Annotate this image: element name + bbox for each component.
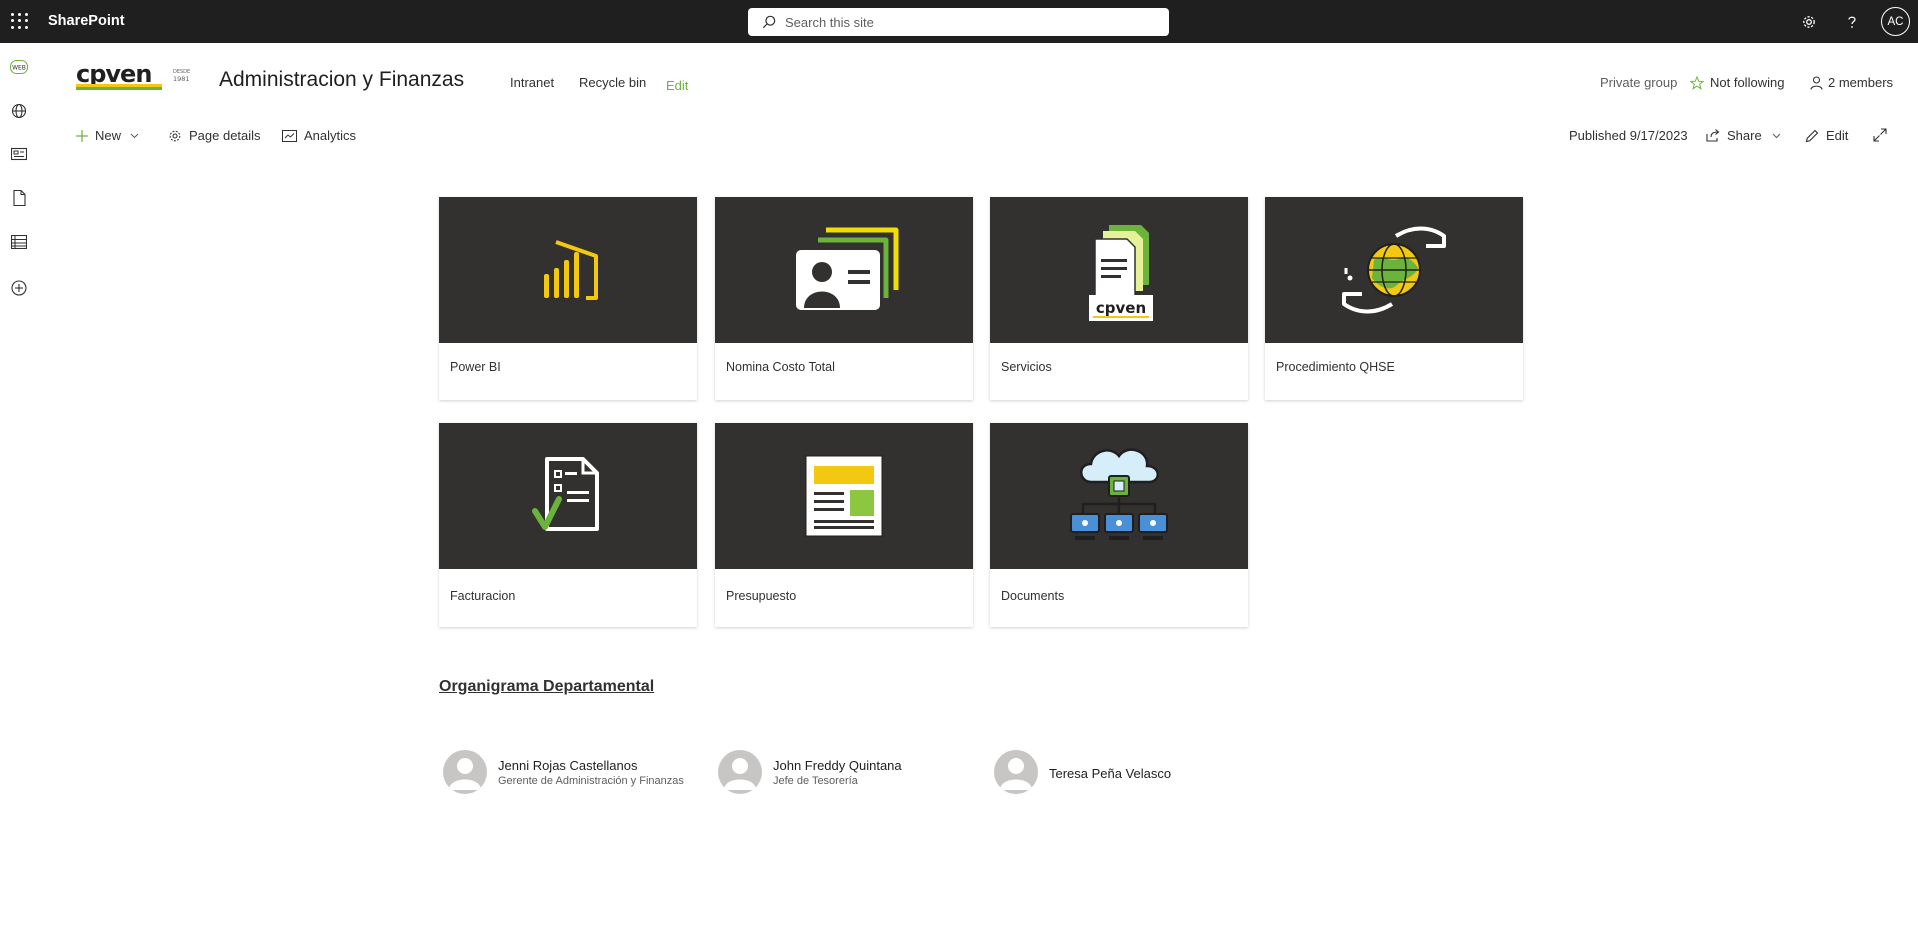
person-name: Teresa Peña Velasco: [1049, 766, 1172, 781]
gear-icon: [169, 130, 181, 141]
logo-subtext-bottom: 1981: [173, 75, 190, 83]
quick-link-tile[interactable]: cpven Servicios: [990, 197, 1248, 400]
published-date: Published 9/17/2023: [1569, 128, 1688, 143]
app-name[interactable]: SharePoint: [48, 13, 125, 29]
person-name: John Freddy Quintana: [773, 758, 902, 773]
expand-button[interactable]: [1873, 128, 1894, 142]
follow-label: Not following: [1710, 75, 1785, 90]
page-details-button[interactable]: Page details: [168, 128, 261, 143]
quick-link-tile[interactable]: Documents: [990, 423, 1248, 627]
pencil-icon: [1805, 129, 1819, 142]
new-label: New: [95, 128, 122, 143]
edit-label: Edit: [1826, 128, 1849, 143]
analytics-icon: [282, 129, 297, 142]
analytics-label: Analytics: [304, 128, 357, 143]
nav-edit-link[interactable]: Edit: [666, 78, 688, 93]
person-avatar: [443, 750, 487, 794]
search-icon: [762, 15, 776, 29]
globe-icon[interactable]: [9, 101, 29, 121]
star-icon: [1690, 75, 1704, 90]
nav-link-recycle-bin[interactable]: Recycle bin: [579, 75, 646, 90]
members-label: 2 members: [1828, 75, 1894, 90]
cloud-network-icon: [990, 423, 1248, 569]
person-icon: [1810, 75, 1823, 90]
share-icon: [1706, 129, 1720, 142]
share-label: Share: [1727, 128, 1762, 143]
person-card[interactable]: Teresa Peña Velasco: [994, 748, 1254, 796]
tile-label: Power BI: [450, 360, 501, 374]
person-card[interactable]: John Freddy Quintana Jefe de Tesorería: [718, 748, 978, 796]
settings-gear-icon[interactable]: [1797, 10, 1821, 34]
share-button[interactable]: Share: [1706, 128, 1788, 143]
site-title[interactable]: Administracion y Finanzas: [219, 68, 464, 92]
web-label: WEB: [12, 65, 26, 72]
nav-link-intranet[interactable]: Intranet: [510, 75, 554, 90]
follow-button[interactable]: Not following: [1690, 75, 1784, 90]
left-app-bar: WEB: [0, 43, 38, 941]
list-icon[interactable]: [9, 232, 29, 252]
quick-link-tile[interactable]: Facturacion: [439, 423, 697, 627]
budget-sheet-icon: [715, 423, 973, 569]
search-box[interactable]: [748, 8, 1169, 36]
user-avatar[interactable]: AC: [1881, 7, 1910, 36]
expand-icon: [1873, 128, 1887, 142]
person-role: Gerente de Administración y Finanzas: [498, 775, 684, 787]
chevron-down-icon: [130, 133, 139, 138]
suite-bar: SharePoint AC: [0, 0, 1918, 43]
person-name: Jenni Rojas Castellanos: [498, 758, 638, 773]
person-avatar: [718, 750, 762, 794]
invoice-check-icon: [439, 423, 697, 569]
person-card[interactable]: Jenni Rojas Castellanos Gerente de Admin…: [443, 748, 703, 796]
person-role: Jefe de Tesorería: [773, 775, 858, 787]
id-card-icon: [715, 197, 973, 343]
page-details-label: Page details: [189, 128, 261, 143]
analytics-button[interactable]: Analytics: [282, 128, 356, 143]
tile-label: Servicios: [1001, 360, 1052, 374]
tile-label: Documents: [1001, 589, 1065, 603]
news-icon[interactable]: [9, 144, 29, 164]
chevron-down-icon: [1772, 133, 1781, 138]
edit-button[interactable]: Edit: [1805, 128, 1848, 143]
tile-logo-text: cpven: [1096, 299, 1146, 317]
tile-label: Facturacion: [450, 589, 516, 603]
tile-label: Nomina Costo Total: [726, 360, 835, 374]
quick-link-tile[interactable]: Power BI: [439, 197, 697, 400]
tile-label: Presupuesto: [726, 589, 797, 603]
tile-label: Procedimiento QHSE: [1276, 360, 1395, 374]
quick-link-tile[interactable]: Presupuesto: [715, 423, 973, 627]
members-button[interactable]: 2 members: [1810, 75, 1893, 90]
app-launcher-icon[interactable]: [9, 11, 29, 31]
add-icon[interactable]: [9, 278, 29, 298]
plus-icon: [76, 129, 88, 142]
quick-link-tile[interactable]: Procedimiento QHSE: [1265, 197, 1523, 400]
globe-hands-icon: [1265, 197, 1523, 343]
home-icon[interactable]: WEB: [9, 57, 29, 77]
file-icon[interactable]: [9, 188, 29, 208]
help-icon[interactable]: [1840, 10, 1864, 34]
person-avatar: [994, 750, 1038, 794]
search-input[interactable]: [785, 14, 1145, 30]
documents-stack-icon: cpven: [990, 197, 1248, 343]
quick-link-tile[interactable]: Nomina Costo Total: [715, 197, 973, 400]
new-button[interactable]: New: [76, 128, 146, 143]
privacy-label: Private group: [1600, 75, 1678, 90]
power-bi-icon: [439, 197, 697, 343]
site-logo[interactable]: cpven DESDE 1981: [76, 60, 194, 92]
org-chart-title[interactable]: Organigrama Departamental: [439, 678, 654, 696]
